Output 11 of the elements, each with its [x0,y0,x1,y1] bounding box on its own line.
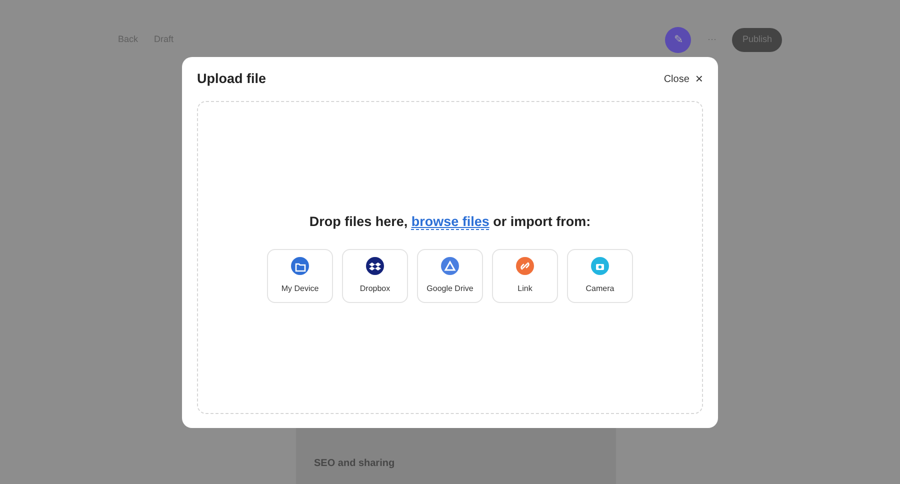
source-tile[interactable]: My Device [267,248,333,303]
drop-zone[interactable]: Drop files here, browse files or import from: My Device Dropbox Google Drive Link Camera [197,101,703,414]
source-tile[interactable]: Camera [567,248,633,303]
dialog-title: Upload file [197,70,266,88]
browse-link[interactable]: browse files [411,214,490,230]
drop-prompt: Drop files here, browse files or import from: [309,213,591,232]
source-tile[interactable]: Link [492,248,558,303]
close-button[interactable]: Close × [664,69,703,89]
section-heading: SEO and sharing [314,457,396,471]
source-tile[interactable]: Google Drive [417,248,483,303]
source-tile[interactable]: Dropbox [342,248,408,303]
